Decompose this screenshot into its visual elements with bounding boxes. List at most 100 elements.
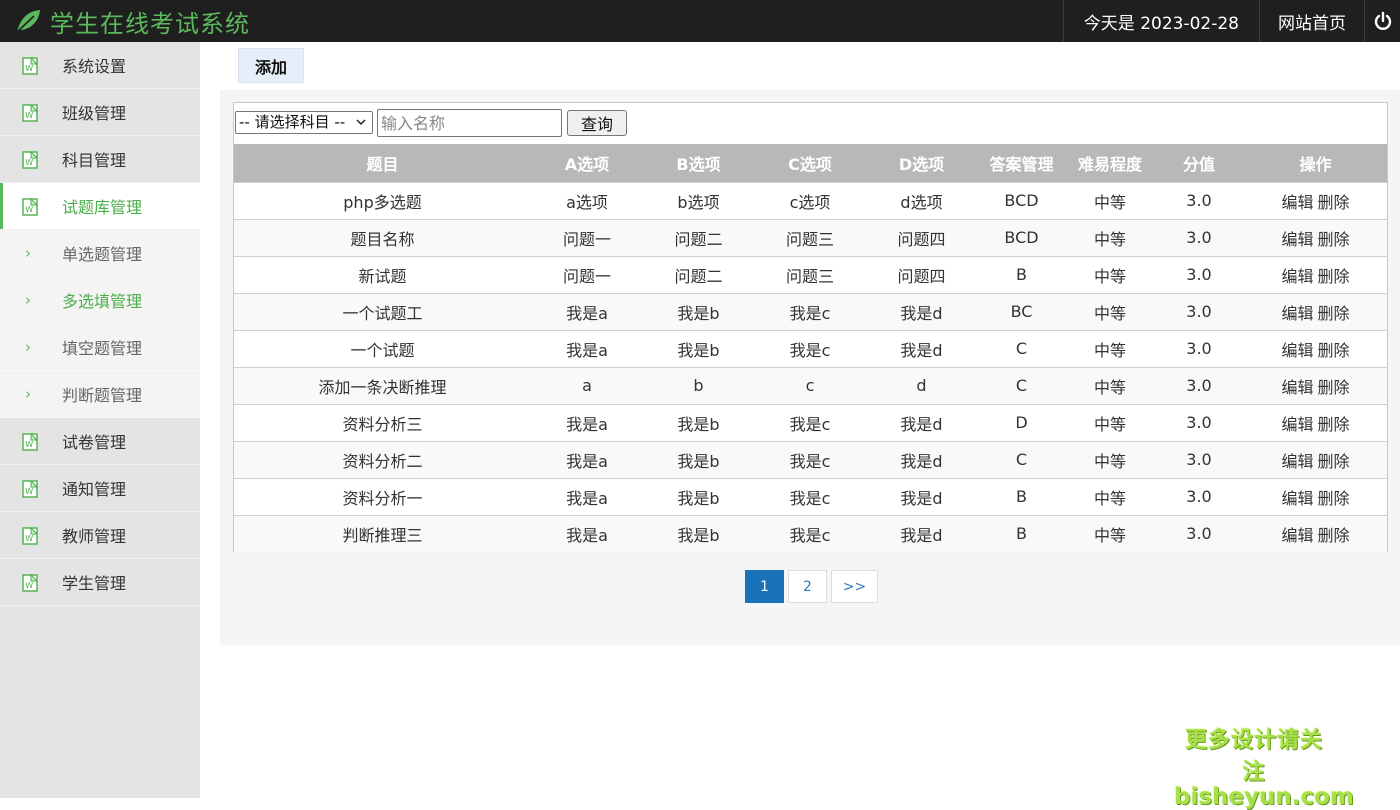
power-button[interactable] (1364, 0, 1400, 42)
pagination: 1 2 >> (745, 570, 882, 603)
table-cell: 新试题 (234, 255, 531, 293)
delete-link[interactable]: 删除 (1318, 230, 1350, 249)
edit-link[interactable]: 编辑 (1281, 267, 1313, 286)
chevron-down-icon (356, 119, 366, 126)
table-cell: d选项 (866, 181, 977, 219)
next-page-button[interactable]: >> (831, 570, 878, 603)
sidebar-item-single-choice[interactable]: › 单选题管理 (0, 230, 200, 277)
sidebar-item-system[interactable]: W 系统设置 (0, 42, 200, 89)
table-cell: 我是d (866, 440, 977, 478)
table-cell: 我是b (643, 403, 754, 441)
delete-link[interactable]: 删除 (1318, 526, 1350, 545)
sidebar-item-notice[interactable]: W 通知管理 (0, 465, 200, 512)
table-cell: 我是b (643, 440, 754, 478)
edit-link[interactable]: 编辑 (1281, 526, 1313, 545)
table-row: php多选题 a选项 b选项 c选项 d选项 BCD 中等 3.0 编辑 删除 (234, 181, 1387, 219)
table-cell: 问题四 (866, 218, 977, 256)
sidebar-item-fill-blank[interactable]: › 填空题管理 (0, 324, 200, 371)
table-cell: 3.0 (1154, 292, 1244, 330)
table-cell: 问题四 (866, 255, 977, 293)
table-cell: a选项 (531, 181, 643, 219)
row-actions: 编辑 删除 (1244, 477, 1387, 515)
table-cell: 我是d (866, 292, 977, 330)
table-cell: 我是b (643, 514, 754, 552)
delete-link[interactable]: 删除 (1318, 378, 1350, 397)
table-cell: 3.0 (1154, 514, 1244, 552)
watermark-line1: 更多设计请关注 (1184, 728, 1323, 785)
date-display: 今天是 2023-02-28 (1062, 0, 1259, 42)
brand[interactable]: 学生在线考试系统 (14, 4, 250, 38)
table-cell: 一个试题 (234, 329, 531, 367)
col-option-d-header: D选项 (866, 144, 977, 182)
leaf-logo-icon (16, 10, 40, 33)
sidebar-item-question-bank[interactable]: W 试题库管理 (0, 183, 200, 230)
delete-link[interactable]: 删除 (1318, 415, 1350, 434)
table-cell: 我是b (643, 477, 754, 515)
table-cell: 我是c (754, 329, 866, 367)
svg-text:W: W (25, 487, 33, 496)
sidebar-item-label: 判断题管理 (62, 386, 143, 405)
table-cell: B (977, 477, 1066, 515)
sidebar-item-exam-paper[interactable]: W 试卷管理 (0, 418, 200, 465)
delete-link[interactable]: 删除 (1318, 452, 1350, 471)
table-cell: C (977, 329, 1066, 367)
subject-select[interactable]: -- 请选择科目 -- (235, 111, 373, 134)
col-difficulty-header: 难易程度 (1066, 144, 1154, 182)
chevron-right-icon: › (25, 244, 31, 262)
add-button[interactable]: 添加 (238, 48, 304, 83)
sidebar-item-label: 单选题管理 (62, 245, 143, 264)
edit-link[interactable]: 编辑 (1281, 193, 1313, 212)
sidebar-item-label: 科目管理 (62, 151, 127, 170)
question-table-box: -- 请选择科目 -- 查询 题目A选项B选项C选项D选项答案管理难易程度分值操… (233, 102, 1388, 552)
document-icon: W (22, 526, 39, 545)
name-search-input[interactable] (377, 109, 562, 137)
edit-link[interactable]: 编辑 (1281, 304, 1313, 323)
delete-link[interactable]: 删除 (1318, 341, 1350, 360)
content-panel: -- 请选择科目 -- 查询 题目A选项B选项C选项D选项答案管理难易程度分值操… (220, 90, 1400, 645)
col-actions-header: 操作 (1244, 144, 1387, 182)
table-cell: 中等 (1066, 403, 1154, 441)
edit-link[interactable]: 编辑 (1281, 415, 1313, 434)
chevron-right-icon: › (25, 338, 31, 356)
edit-link[interactable]: 编辑 (1281, 452, 1313, 471)
delete-link[interactable]: 删除 (1318, 304, 1350, 323)
table-cell: 中等 (1066, 255, 1154, 293)
filter-bar: -- 请选择科目 -- 查询 (234, 103, 1387, 144)
table-cell: c (754, 366, 866, 404)
table-row: 新试题 问题一 问题二 问题三 问题四 B 中等 3.0 编辑 删除 (234, 255, 1387, 293)
table-cell: 中等 (1066, 218, 1154, 256)
sidebar-item-student[interactable]: W 学生管理 (0, 559, 200, 606)
table-cell: 问题三 (754, 255, 866, 293)
home-link[interactable]: 网站首页 (1259, 0, 1364, 42)
edit-link[interactable]: 编辑 (1281, 230, 1313, 249)
sidebar-item-subject[interactable]: W 科目管理 (0, 136, 200, 183)
delete-link[interactable]: 删除 (1318, 489, 1350, 508)
sidebar-item-class[interactable]: W 班级管理 (0, 89, 200, 136)
sidebar-item-label: 多选填管理 (62, 292, 143, 311)
edit-link[interactable]: 编辑 (1281, 489, 1313, 508)
page-button-2[interactable]: 2 (788, 570, 827, 603)
table-cell: 问题一 (531, 218, 643, 256)
query-button[interactable]: 查询 (567, 110, 627, 136)
table-cell: a (531, 366, 643, 404)
document-icon: W (22, 56, 39, 75)
table-cell: 中等 (1066, 366, 1154, 404)
sidebar-item-multi-choice[interactable]: › 多选填管理 (0, 277, 200, 324)
chevron-right-icon: › (25, 385, 31, 403)
table-row: 添加一条决断推理 a b c d C 中等 3.0 编辑 删除 (234, 366, 1387, 404)
table-row: 一个试题工 我是a 我是b 我是c 我是d BC 中等 3.0 编辑 删除 (234, 292, 1387, 330)
edit-link[interactable]: 编辑 (1281, 378, 1313, 397)
document-icon: W (22, 573, 39, 592)
page-button-1[interactable]: 1 (745, 570, 784, 603)
col-score-header: 分值 (1154, 144, 1244, 182)
sidebar-item-teacher[interactable]: W 教师管理 (0, 512, 200, 559)
table-cell: 3.0 (1154, 477, 1244, 515)
table-cell: C (977, 366, 1066, 404)
delete-link[interactable]: 删除 (1318, 193, 1350, 212)
sidebar-item-true-false[interactable]: › 判断题管理 (0, 371, 200, 418)
edit-link[interactable]: 编辑 (1281, 341, 1313, 360)
table-cell: D (977, 403, 1066, 441)
table-cell: 判断推理三 (234, 514, 531, 552)
delete-link[interactable]: 删除 (1318, 267, 1350, 286)
power-icon (1374, 11, 1391, 30)
